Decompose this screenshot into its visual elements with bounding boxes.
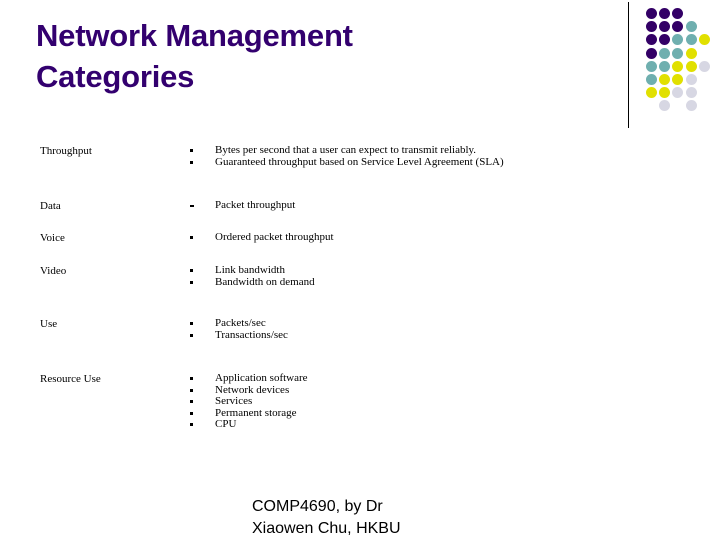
category-items: Bytes per second that a user can expect … (188, 144, 658, 169)
bullet-item-label: Permanent storage (215, 406, 297, 419)
bullet-item-label: Guaranteed throughput based on Service L… (215, 155, 504, 168)
bullet-item: CPU (188, 419, 658, 431)
bullet-item-label: Bytes per second that a user can expect … (215, 144, 477, 156)
bullet-icon (190, 280, 193, 284)
bullet-icon (190, 236, 193, 239)
bullet-icon (190, 388, 193, 392)
category-items: Ordered packet throughput (188, 231, 658, 244)
bullet-item-label: Application software (215, 372, 308, 384)
category-list: Throughput Bytes per second that a user c… (0, 0, 720, 470)
category-label: Throughput (40, 145, 92, 157)
bullet-icon (190, 411, 193, 415)
bullet-item: Transactions/sec (188, 328, 658, 342)
bullet-item-label: Link bandwidth (215, 264, 285, 276)
category-label: Use (40, 318, 58, 330)
bullet-icon (190, 160, 193, 164)
bullet-item-label: CPU (215, 418, 237, 431)
bullet-icon (190, 377, 193, 380)
bullet-item-label: Bandwidth on demand (215, 275, 315, 288)
bullet-item-label: Packet throughput (215, 199, 296, 211)
bullet-item-label: Transactions/sec (215, 328, 288, 341)
bullet-item-label: Packets/sec (215, 317, 266, 329)
category-items: Link bandwidth Bandwidth on demand (188, 264, 658, 289)
bullet-item: Guaranteed throughput based on Service L… (188, 155, 658, 169)
category-label: Resource Use (40, 373, 101, 385)
bullet-icon (190, 149, 193, 152)
category-label: Voice (40, 232, 65, 244)
category-label: Video (40, 265, 67, 277)
category-items: Packet throughput (188, 199, 658, 212)
bullet-item: Packet throughput (188, 199, 658, 212)
bullet-item: Bandwidth on demand (188, 275, 658, 289)
bullet-icon (190, 322, 193, 325)
bullet-icon (190, 269, 193, 272)
bullet-item-label: Ordered packet throughput (215, 231, 334, 243)
category-label: Data (40, 200, 61, 212)
bullet-icon (190, 333, 193, 337)
bullet-item: Ordered packet throughput (188, 231, 658, 244)
category-items: Application software Network devices Servi… (188, 372, 658, 431)
category-items: Packets/sec Transactions/sec (188, 317, 658, 342)
bullet-icon (190, 400, 193, 404)
bullet-item-label: Services (215, 395, 253, 408)
bullet-icon (190, 423, 193, 427)
bullet-item: Permanent storage (188, 406, 658, 420)
slide-footer: COMP4690, by Dr Xiaowen Chu, HKBU (252, 498, 401, 538)
bullet-item-label: Network devices (215, 383, 290, 396)
bullet-icon (190, 205, 194, 207)
bullet-item: Network devices (188, 383, 658, 397)
